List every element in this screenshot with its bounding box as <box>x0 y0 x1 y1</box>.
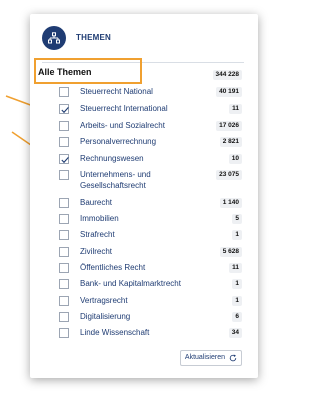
theme-label: Digitalisierung <box>80 312 131 321</box>
theme-label: Strafrecht <box>80 230 115 239</box>
theme-count: 23 075 <box>216 170 242 180</box>
update-button[interactable]: Aktualisieren <box>179 350 242 366</box>
theme-count: 10 <box>228 154 242 164</box>
theme-count: 1 <box>232 296 242 306</box>
theme-count: 34 <box>228 328 242 338</box>
theme-count: 1 140 <box>219 198 242 208</box>
theme-checkbox[interactable] <box>59 263 69 273</box>
theme-checkbox[interactable] <box>59 121 69 131</box>
update-button-label: Aktualisieren <box>184 354 225 361</box>
theme-label: Steuerrecht International <box>80 104 168 113</box>
theme-label: Bank- und Kapitalmarktrecht <box>80 279 181 288</box>
theme-label: Linde Wissenschaft <box>80 328 150 337</box>
theme-checkbox[interactable] <box>59 230 69 240</box>
theme-label: Vertragsrecht <box>80 296 128 305</box>
sitemap-icon <box>42 26 66 50</box>
theme-checkbox[interactable] <box>59 328 69 338</box>
theme-count: 17 026 <box>216 121 242 131</box>
theme-checkbox[interactable] <box>59 296 69 306</box>
theme-checkbox[interactable] <box>59 137 69 147</box>
theme-checkbox[interactable] <box>59 104 69 114</box>
theme-count: 6 <box>232 312 242 322</box>
all-themes-count: 344 228 <box>212 70 242 80</box>
checkmark-icon <box>61 107 69 114</box>
theme-label: Öffentliches Recht <box>80 263 146 272</box>
theme-count: 11 <box>229 263 242 273</box>
theme-checkbox[interactable] <box>59 279 69 289</box>
panel-title: THEMEN <box>76 33 111 42</box>
checkmark-icon <box>61 157 69 164</box>
theme-checkbox[interactable] <box>59 312 69 322</box>
theme-label: Zivilrecht <box>80 247 113 256</box>
theme-checkbox[interactable] <box>59 247 69 257</box>
theme-checkbox[interactable] <box>59 170 69 180</box>
theme-count: 5 <box>232 214 242 224</box>
theme-label: Unternehmens- und Gesellschaftsrecht <box>80 170 151 190</box>
theme-label: Personalverrechnung <box>80 137 157 146</box>
theme-count: 11 <box>229 104 242 114</box>
theme-count: 1 <box>232 279 242 289</box>
theme-checkbox[interactable] <box>59 87 69 97</box>
theme-label: Arbeits- und Sozialrecht <box>80 121 165 130</box>
theme-label: Baurecht <box>80 198 113 207</box>
theme-count: 5 628 <box>219 247 242 257</box>
theme-checkbox[interactable] <box>59 154 69 164</box>
theme-checkbox[interactable] <box>59 198 69 208</box>
theme-label: Steuerrecht National <box>80 87 153 96</box>
theme-count: 1 <box>232 230 242 240</box>
theme-count: 2 821 <box>219 137 242 147</box>
theme-label: Rechnungswesen <box>80 154 144 163</box>
theme-label: Immobilien <box>80 214 119 223</box>
theme-count: 40 191 <box>216 87 242 97</box>
themes-filter-panel: THEMEN Alle Themen 344 228 Steuerrecht N… <box>30 14 258 378</box>
all-themes-label[interactable]: Alle Themen <box>38 67 92 77</box>
theme-checkbox[interactable] <box>59 214 69 224</box>
refresh-icon <box>229 354 237 362</box>
